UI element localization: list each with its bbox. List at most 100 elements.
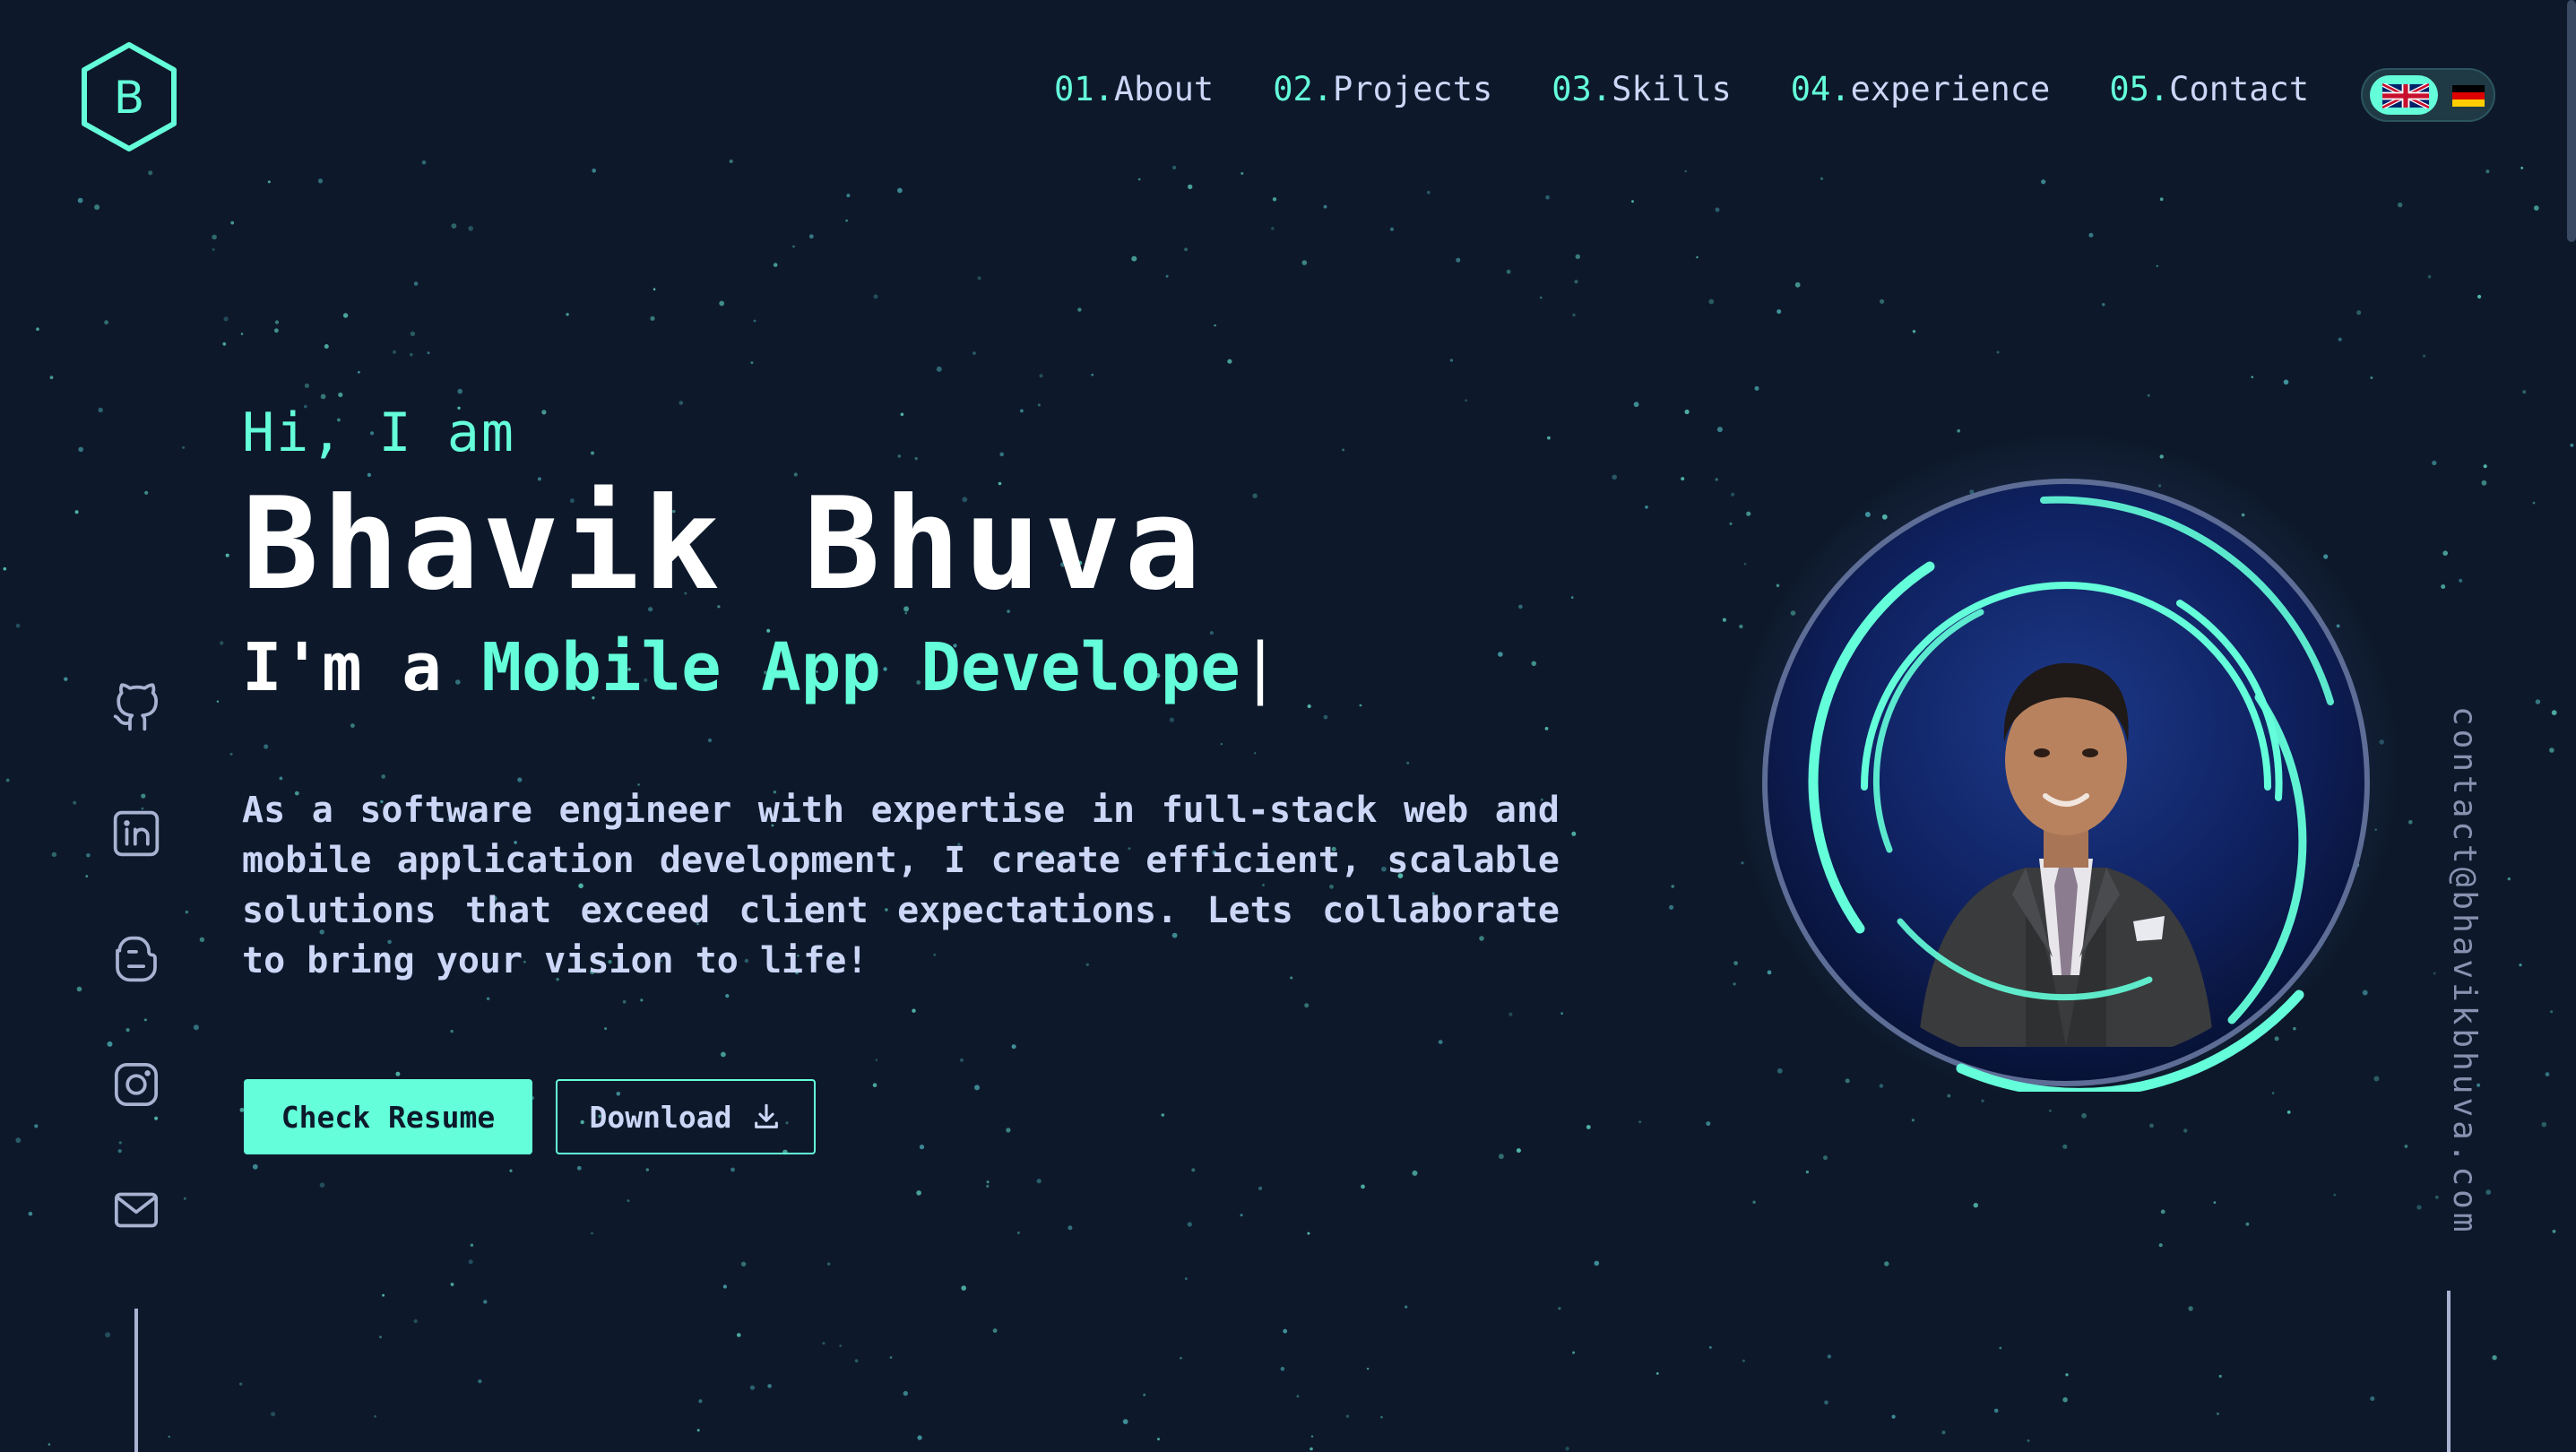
logo-letter: B (114, 72, 144, 124)
star-dot (379, 1335, 382, 1339)
star-dot (1307, 1232, 1310, 1235)
star-dot (1271, 227, 1275, 230)
star-dot (2552, 1230, 2556, 1233)
star-dot (393, 350, 396, 354)
star-dot (2442, 550, 2448, 556)
star-dot (1912, 330, 1916, 333)
star-dot (1681, 477, 1685, 481)
star-dot (1575, 254, 1581, 259)
nav-number: 04. (1790, 70, 1851, 108)
language-toggle[interactable] (2361, 68, 2495, 122)
star-dot (468, 1259, 473, 1265)
star-dot (117, 1149, 122, 1154)
star-dot (875, 1059, 877, 1062)
star-dot (1390, 227, 1394, 231)
scrollbar-thumb[interactable] (2567, 0, 2576, 242)
hexagon-logo-icon[interactable]: B (75, 39, 183, 154)
star-dot (999, 452, 1004, 457)
star-dot (1361, 1184, 1365, 1189)
mail-link[interactable] (108, 1181, 165, 1239)
star-dot (912, 1008, 916, 1013)
star-dot (2533, 205, 2539, 212)
star-dot (1240, 1214, 1243, 1217)
nav-item-projects[interactable]: 02. Projects (1273, 70, 1492, 108)
star-dot (1715, 207, 1720, 212)
github-icon (113, 683, 159, 731)
star-dot (1068, 1225, 1073, 1231)
linkedin-icon (113, 810, 160, 857)
star-dot (1137, 177, 1141, 181)
germany-flag-icon[interactable] (2452, 85, 2485, 107)
star-dot (604, 1027, 608, 1031)
star-dot (897, 454, 902, 458)
star-dot (319, 1182, 325, 1188)
star-dot (1180, 1356, 1182, 1360)
star-dot (374, 1415, 376, 1418)
star-dot (185, 910, 189, 914)
github-link[interactable] (108, 679, 165, 737)
star-dot (413, 1318, 418, 1324)
star-dot (5, 778, 10, 782)
star-dot (900, 412, 904, 417)
instagram-link[interactable] (108, 1056, 165, 1113)
check-resume-label: Check Resume (281, 1099, 496, 1135)
star-dot (239, 1382, 243, 1386)
star-dot (395, 1071, 401, 1076)
star-dot (2338, 337, 2342, 341)
star-dot (1310, 1447, 1313, 1451)
star-dot (1020, 409, 1024, 413)
star-dot (1973, 1203, 1978, 1208)
star-dot (1220, 742, 1223, 746)
star-dot (73, 800, 77, 805)
star-dot (719, 300, 725, 307)
download-button[interactable]: Download (556, 1079, 816, 1154)
star-dot (517, 777, 523, 782)
star-dot (2483, 464, 2487, 469)
star-dot (350, 723, 355, 728)
star-dot (1708, 298, 1715, 305)
star-dot (1345, 1414, 1350, 1418)
star-dot (972, 351, 976, 355)
star-dot (1669, 904, 1674, 910)
star-dot (1187, 1222, 1192, 1227)
nav-item-skills[interactable]: 03. Skills (1552, 70, 1731, 108)
star-dot (2356, 310, 2362, 315)
nav-item-contact[interactable]: 05. Contact (2109, 70, 2309, 108)
star-dot (1752, 1200, 1756, 1204)
check-resume-button[interactable]: Check Resume (244, 1079, 532, 1154)
star-dot (182, 445, 186, 449)
star-dot (576, 1165, 582, 1171)
star-dot (792, 245, 795, 248)
blogger-link[interactable] (108, 930, 165, 988)
nav-item-about[interactable]: 01. About (1054, 70, 1214, 108)
star-dot (2183, 1128, 2188, 1133)
star-dot (1006, 1128, 1011, 1133)
nav-item-experience[interactable]: 04. experience (1791, 70, 2051, 108)
star-dot (846, 194, 851, 198)
contact-email-link[interactable]: contact@bhavikbhuva.com (2446, 706, 2483, 1236)
star-dot (1184, 247, 1188, 252)
uk-flag-icon[interactable] (2382, 83, 2429, 108)
star-dot (1184, 1277, 1188, 1280)
star-dot (1794, 281, 1801, 288)
star-dot (2216, 1412, 2219, 1415)
star-dot (104, 320, 108, 325)
star-dot (86, 853, 91, 858)
star-dot (1729, 522, 1733, 525)
star-dot (722, 1284, 728, 1289)
linkedin-link[interactable] (108, 805, 165, 862)
star-dot (2062, 1396, 2068, 1403)
star-dot (1715, 478, 1718, 481)
star-dot (421, 160, 427, 165)
star-dot (1405, 1305, 1408, 1309)
star-dot (679, 401, 684, 405)
star-dot (1545, 194, 1550, 200)
star-dot (320, 393, 326, 400)
star-dot (1456, 257, 1461, 263)
star-dot (1506, 269, 1511, 274)
star-dot (2492, 1355, 2497, 1361)
star-dot (773, 263, 778, 267)
star-dot (252, 1163, 258, 1170)
star-dot (903, 1390, 908, 1396)
star-dot (1947, 1093, 1951, 1098)
